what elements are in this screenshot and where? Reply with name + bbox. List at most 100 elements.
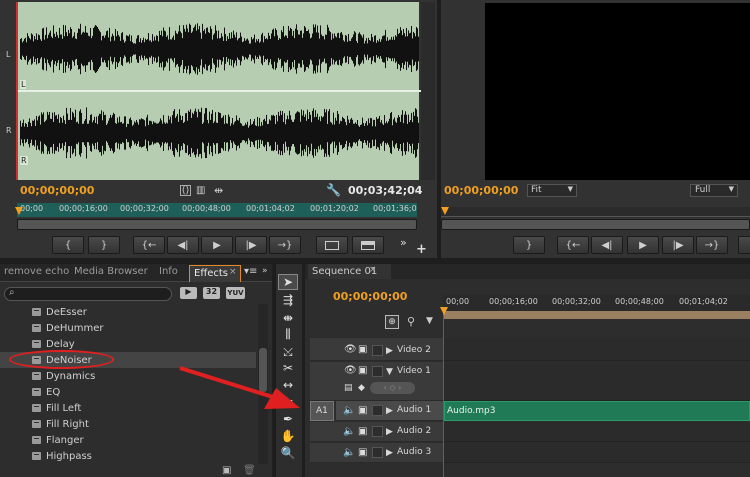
track-lock-toggle[interactable] <box>372 405 383 416</box>
go-to-out-button[interactable]: →} <box>269 236 301 254</box>
source-playhead-marker[interactable] <box>15 207 23 215</box>
ripple-edit-tool-icon[interactable]: ⇼ <box>278 310 298 326</box>
list-item[interactable]: Fill Left <box>0 400 256 416</box>
accelerated-effects-icon[interactable]: ▶ <box>180 287 197 299</box>
slip-tool-icon[interactable]: ↔ <box>278 377 298 393</box>
program-play-button[interactable]: ▶ <box>627 236 659 254</box>
timeline-playhead-line[interactable] <box>443 315 444 477</box>
expand-track-icon[interactable]: ▶ <box>386 448 393 458</box>
new-bin-icon[interactable]: ▣ <box>222 465 231 476</box>
mark-out-button[interactable]: } <box>88 236 120 254</box>
track-row-video-1[interactable] <box>443 362 750 401</box>
audio-waveform-display[interactable]: L R <box>16 2 421 180</box>
scrollbar-thumb[interactable] <box>259 348 267 392</box>
audio-clip[interactable]: Audio.mp3 <box>444 401 750 421</box>
effects-search-input[interactable]: ⌕ <box>4 287 172 301</box>
step-back-button[interactable]: ◀| <box>167 236 199 254</box>
add-button-icon[interactable]: + <box>416 242 427 257</box>
selection-tool-icon[interactable]: ➤ <box>278 274 298 290</box>
program-go-to-out-button[interactable]: →} <box>696 236 728 254</box>
list-item[interactable]: DeEsser <box>0 304 256 320</box>
close-tab-icon[interactable]: × <box>369 265 377 275</box>
overwrite-button[interactable] <box>352 236 384 254</box>
collapse-track-icon[interactable]: ▼ <box>386 367 393 377</box>
track-lock-toggle[interactable] <box>372 366 383 377</box>
track-select-tool-icon[interactable]: ⇶ <box>278 292 298 308</box>
effects-list-scrollbar[interactable] <box>258 304 268 464</box>
program-mark-out-button[interactable]: } <box>513 236 545 254</box>
list-item[interactable]: Flanger <box>0 432 256 448</box>
source-current-timecode[interactable]: 00;00;00;00 <box>20 184 94 197</box>
program-zoom-scrollbar[interactable] <box>441 219 750 230</box>
track-lock-toggle[interactable] <box>372 447 383 458</box>
list-item[interactable]: DeHummer <box>0 320 256 336</box>
program-step-forward-button[interactable]: |▶ <box>662 236 694 254</box>
sync-lock-icon[interactable]: ▣ <box>358 344 367 355</box>
sequence-timecode[interactable]: 00;00;00;00 <box>333 290 407 303</box>
track-row-video-2[interactable] <box>443 338 750 361</box>
32-bit-effects-icon[interactable]: 32 <box>203 287 220 299</box>
keyframe-navigator[interactable]: ‹ ◇ › <box>370 382 415 394</box>
program-go-to-in-button[interactable]: {← <box>557 236 589 254</box>
timeline-playhead-marker[interactable] <box>440 307 448 315</box>
timeline-ruler[interactable]: 00;00 00;00;16;00 00;00;32;00 00;00;48;0… <box>443 295 750 319</box>
list-item[interactable]: EQ <box>0 384 256 400</box>
list-item[interactable]: Dynamics <box>0 368 256 384</box>
add-marker-icon[interactable]: ⚲ <box>407 315 415 328</box>
rate-stretch-tool-icon[interactable]: ⤩ <box>278 344 298 360</box>
sync-lock-icon[interactable]: ▣ <box>358 405 367 416</box>
sync-lock-icon[interactable]: ▣ <box>358 447 367 458</box>
output-icon[interactable]: ▥ <box>196 185 205 196</box>
safe-margins-icon[interactable]: ⟨⟩ <box>180 185 191 196</box>
close-tab-icon[interactable]: × <box>229 267 237 277</box>
panel-menu-icon[interactable]: ▾≡ <box>244 266 257 277</box>
play-button[interactable]: ▶ <box>201 236 233 254</box>
eye-icon[interactable]: 👁 <box>344 365 357 376</box>
trash-icon[interactable]: 🗑 <box>243 465 256 476</box>
keyframe-icon[interactable]: ◆ <box>358 383 365 393</box>
display-style-icon[interactable]: ▤ <box>344 383 353 393</box>
tab-remove-echo[interactable]: remove echo <box>0 264 73 280</box>
slide-tool-icon[interactable]: ⇆ <box>278 394 298 410</box>
sync-lock-icon[interactable]: ▣ <box>358 365 367 376</box>
hand-tool-icon[interactable]: ✋ <box>278 428 298 444</box>
eye-icon[interactable]: 👁 <box>344 344 357 355</box>
tab-sequence[interactable]: Sequence 01 <box>308 264 392 279</box>
source-zoom-scrollbar[interactable] <box>17 219 417 230</box>
rolling-edit-tool-icon[interactable]: ⫼ <box>278 326 298 342</box>
speaker-icon[interactable]: 🔈 <box>343 447 355 458</box>
zoom-tool-icon[interactable]: 🔍 <box>278 445 298 461</box>
expand-track-icon[interactable]: ▶ <box>386 346 393 356</box>
source-patch-a1[interactable]: A1 <box>310 401 334 421</box>
snap-icon[interactable]: ⊕ <box>385 315 399 329</box>
panel-expand-icon[interactable]: » <box>262 266 268 276</box>
sync-lock-icon[interactable]: ▣ <box>358 426 367 437</box>
program-current-timecode[interactable]: 00;00;00;00 <box>444 184 518 197</box>
go-to-in-button[interactable]: {← <box>133 236 165 254</box>
expand-track-icon[interactable]: ▶ <box>386 427 393 437</box>
program-step-back-button[interactable]: ◀| <box>591 236 623 254</box>
marker-icon[interactable]: ▼ <box>426 316 433 326</box>
list-item[interactable]: Fill Right <box>0 416 256 432</box>
tab-media-browser[interactable]: Media Browser <box>70 264 152 280</box>
insert-button[interactable] <box>316 236 348 254</box>
work-area-bar[interactable] <box>443 311 750 319</box>
tab-info[interactable]: Info <box>155 264 182 280</box>
yuv-effects-icon[interactable]: YUV <box>226 287 245 299</box>
program-time-ruler[interactable] <box>441 207 750 217</box>
speaker-icon[interactable]: 🔈 <box>343 405 355 416</box>
program-playhead-marker[interactable] <box>441 207 449 215</box>
program-extra-button[interactable] <box>738 236 750 254</box>
track-row-audio-2[interactable] <box>443 422 750 442</box>
more-controls-icon[interactable]: » <box>400 236 407 249</box>
track-row-audio-3[interactable] <box>443 443 750 463</box>
speaker-icon[interactable]: 🔈 <box>343 426 355 437</box>
drag-audio-icon[interactable]: ⇹ <box>214 184 223 197</box>
list-item[interactable]: Highpass <box>0 448 256 464</box>
source-time-ruler[interactable]: 00;00 00;00;16;00 00;00;32;00 00;00;48;0… <box>17 203 417 217</box>
track-lock-toggle[interactable] <box>372 345 383 356</box>
list-item[interactable]: Delay <box>0 336 256 352</box>
track-lock-toggle[interactable] <box>372 426 383 437</box>
razor-tool-icon[interactable]: ✂ <box>278 360 298 376</box>
settings-wrench-icon[interactable]: 🔧 <box>326 183 341 197</box>
